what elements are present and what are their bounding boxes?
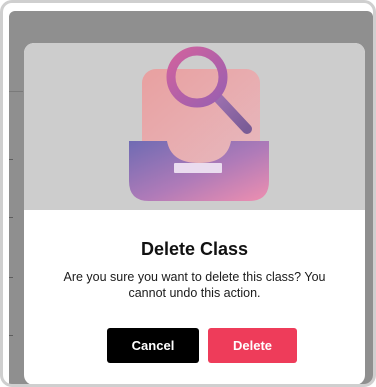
- dialog-message: Are you sure you want to delete this cla…: [63, 270, 326, 300]
- background-tick: [9, 217, 13, 218]
- background-divider: [9, 91, 23, 92]
- delete-class-dialog: Delete Class Are you sure you want to de…: [24, 43, 365, 384]
- app-window: Start: 09/09/2024: [0, 0, 376, 387]
- delete-button[interactable]: Delete: [208, 328, 297, 363]
- cancel-button[interactable]: Cancel: [107, 328, 199, 363]
- background-tick: [9, 277, 13, 278]
- dialog-title: Delete Class: [140, 239, 249, 259]
- background-tick: [9, 159, 13, 160]
- background-tick: [9, 335, 13, 336]
- inbox-search-icon: [129, 46, 269, 201]
- dialog-illustration: [24, 43, 365, 210]
